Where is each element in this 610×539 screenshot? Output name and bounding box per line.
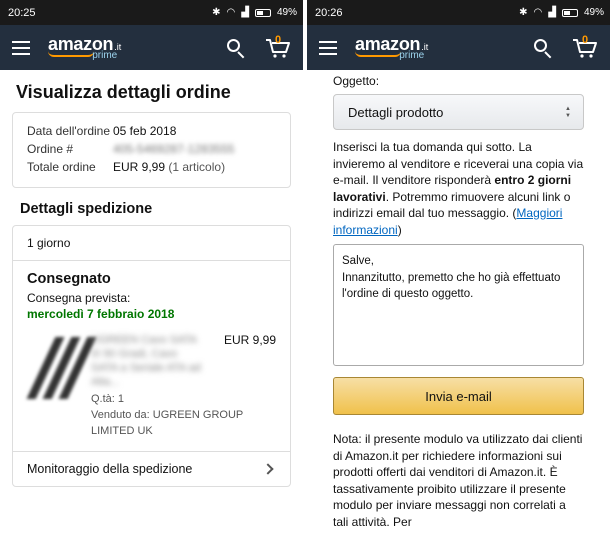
- product-quantity: Q.tà: 1: [91, 393, 125, 405]
- order-date-value: 05 feb 2018: [113, 124, 177, 138]
- logo-smile: [48, 51, 94, 57]
- order-total-label: Totale ordine: [27, 160, 96, 174]
- amazon-logo[interactable]: amazon .it prime: [48, 35, 121, 61]
- subject-value: Dettagli prodotto: [348, 104, 444, 120]
- note-text: Nota: il presente modulo va utilizzato d…: [333, 432, 583, 529]
- order-number-value: 405-5469287-1283555: [113, 142, 235, 156]
- status-bar: 20:25 ✱ ◠ ▟ 49%: [0, 0, 303, 25]
- cart-count: 0: [275, 33, 282, 46]
- status-time: 20:25: [8, 6, 36, 19]
- expected-label: Consegna prevista:: [27, 291, 131, 305]
- help-text: Inserisci la tua domanda qui sotto. La i…: [333, 140, 584, 237]
- battery-icon: [561, 8, 578, 17]
- product-image[interactable]: [26, 333, 97, 401]
- select-arrows-icon: ▲ ▼: [565, 105, 571, 119]
- menu-icon[interactable]: [12, 40, 30, 55]
- subject-label: Oggetto:: [333, 74, 380, 88]
- order-total-items: (1 articolo): [168, 160, 226, 174]
- page-title: Visualizza dettagli ordine: [16, 82, 231, 102]
- expected-date: mercoledì 7 febbraio 2018: [27, 307, 175, 321]
- order-summary: Data dell'ordine 05 feb 2018 Ordine # 40…: [12, 112, 291, 188]
- order-total-value: EUR 9,99: [113, 160, 166, 174]
- status-bar: 20:26 ✱ ◠ ▟ 49%: [307, 0, 610, 25]
- order-date-label: Data dell'ordine: [27, 124, 111, 138]
- order-number-label: Ordine #: [27, 142, 74, 156]
- bluetooth-icon: ✱: [212, 7, 221, 18]
- subject-select[interactable]: Dettagli prodotto ▲ ▼: [333, 94, 584, 130]
- menu-icon[interactable]: [319, 40, 337, 55]
- status-icons: ✱ ◠ ▟ 49%: [212, 7, 297, 18]
- cart-count: 0: [582, 33, 589, 46]
- product-item[interactable]: UGREEN Cavo SATA III 90 Gradi, Cavo SATA…: [26, 333, 276, 439]
- send-email-button[interactable]: Invia e-mail: [333, 377, 584, 415]
- cart-icon[interactable]: 0: [265, 33, 291, 59]
- tracking-link[interactable]: Monitoraggio della spedizione: [13, 451, 290, 486]
- status-icons: ✱ ◠ ▟ 49%: [519, 7, 604, 18]
- product-seller: Venduto da: UGREEN GROUP LIMITED UK: [91, 409, 244, 437]
- battery-percent: 49%: [583, 7, 604, 18]
- search-icon[interactable]: [225, 37, 247, 59]
- message-line-1: Salve,: [342, 255, 374, 267]
- left-screen: 20:25 ✱ ◠ ▟ 49% amazon .it prime 0 Visua…: [0, 0, 303, 539]
- app-header: amazon .it prime 0: [0, 25, 303, 70]
- logo-prime: prime: [399, 49, 425, 61]
- app-header: amazon .it prime 0: [307, 25, 610, 70]
- wifi-icon: ◠: [226, 7, 236, 18]
- amazon-logo[interactable]: amazon .it prime: [355, 35, 428, 61]
- battery-percent: 49%: [276, 7, 297, 18]
- logo-smile: [355, 51, 401, 57]
- message-line-2: Innanzitutto, premetto che ho già effett…: [342, 271, 561, 301]
- wifi-icon: ◠: [533, 7, 543, 18]
- signal-icon: ▟: [241, 7, 249, 18]
- shipping-section-title: Dettagli spedizione: [20, 201, 153, 217]
- message-textarea[interactable]: Salve, Innanzitutto, premetto che ho già…: [333, 244, 584, 366]
- logo-prime: prime: [92, 49, 118, 61]
- bluetooth-icon: ✱: [519, 7, 528, 18]
- product-name[interactable]: UGREEN Cavo SATA III 90 Gradi, Cavo SATA…: [91, 333, 201, 389]
- delivery-status: Consegnato: [27, 271, 111, 287]
- product-price: EUR 9,99: [223, 333, 276, 347]
- cart-icon[interactable]: 0: [572, 33, 598, 59]
- battery-icon: [254, 8, 271, 17]
- shipping-speed: 1 giorno: [13, 226, 290, 261]
- order-total: EUR 9,99 (1 articolo): [113, 159, 276, 175]
- chevron-right-icon: [262, 463, 274, 475]
- search-icon[interactable]: [532, 37, 554, 59]
- signal-icon: ▟: [548, 7, 556, 18]
- shipping-box: 1 giorno Consegnato Consegna prevista: m…: [12, 225, 291, 487]
- right-screen: 20:26 ✱ ◠ ▟ 49% amazon .it prime 0 Ogget…: [307, 0, 610, 539]
- tracking-label: Monitoraggio della spedizione: [27, 462, 193, 476]
- status-time: 20:26: [315, 6, 343, 19]
